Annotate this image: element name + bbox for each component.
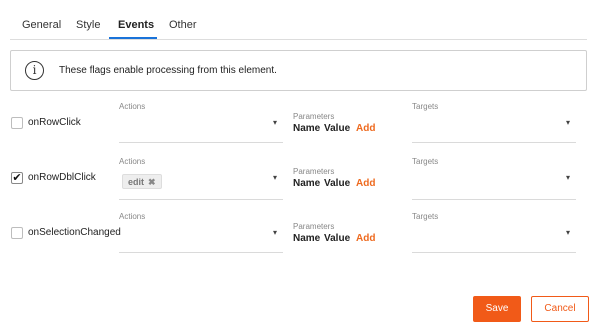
active-tab-indicator (109, 37, 157, 39)
actions-label: Actions (119, 102, 146, 111)
action-chip-label: edit (128, 177, 145, 187)
onrowclick-checkbox[interactable] (11, 117, 23, 129)
chevron-down-icon: ▾ (565, 228, 570, 237)
chevron-down-icon: ▾ (272, 173, 277, 182)
info-text: These flags enable processing from this … (59, 65, 277, 76)
add-parameter-link[interactable]: Add (356, 233, 375, 244)
event-label-onrowdblclick: onRowDblClick (28, 172, 96, 183)
param-value-field[interactable]: Value (324, 123, 350, 134)
tab-style[interactable]: Style (76, 19, 100, 31)
targets-label: Targets (412, 102, 439, 111)
save-button[interactable]: Save (473, 296, 521, 322)
remove-chip-icon[interactable]: ✖ (148, 177, 156, 187)
param-name-field[interactable]: Name (293, 233, 320, 244)
targets-dropdown-onrowclick[interactable]: ▾ (412, 116, 576, 143)
targets-dropdown-onselectionchanged[interactable]: ▾ (412, 226, 576, 253)
tab-other[interactable]: Other (169, 19, 197, 31)
parameters-label: Parameters (293, 222, 335, 231)
param-name-field[interactable]: Name (293, 178, 320, 189)
cancel-button[interactable]: Cancel (531, 296, 589, 322)
tab-bar: General Style Events Other (10, 0, 587, 40)
add-parameter-link[interactable]: Add (356, 123, 375, 134)
chevron-down-icon: ▾ (565, 173, 570, 182)
actions-dropdown-onselectionchanged[interactable]: ▾ (119, 226, 283, 253)
chevron-down-icon: ▾ (272, 228, 277, 237)
add-parameter-link[interactable]: Add (356, 178, 375, 189)
onrowdblclick-checkbox[interactable]: ✔ (11, 172, 23, 184)
chevron-down-icon: ▾ (565, 118, 570, 127)
actions-dropdown-onrowclick[interactable]: ▾ (119, 116, 283, 143)
parameters-label: Parameters (293, 167, 335, 176)
onselectionchanged-checkbox[interactable] (11, 227, 23, 239)
tab-general[interactable]: General (22, 19, 61, 31)
param-value-field[interactable]: Value (324, 233, 350, 244)
event-row-onrowdblclick: ✔ onRowDblClick Actions ▾ edit ✖ Paramete… (0, 155, 601, 207)
param-value-field[interactable]: Value (324, 178, 350, 189)
chevron-down-icon: ▾ (272, 118, 277, 127)
event-row-onrowclick: onRowClick Actions ▾ Parameters Name Val… (0, 100, 601, 152)
parameters-label: Parameters (293, 112, 335, 121)
event-label-onselectionchanged: onSelectionChanged (28, 227, 121, 238)
action-chip-edit: edit ✖ (122, 174, 162, 189)
tab-events[interactable]: Events (118, 19, 154, 31)
targets-label: Targets (412, 157, 439, 166)
info-icon: i (25, 61, 44, 80)
event-row-onselectionchanged: onSelectionChanged Actions ▾ Parameters … (0, 210, 601, 262)
targets-dropdown-onrowdblclick[interactable]: ▾ (412, 171, 576, 200)
info-banner: i These flags enable processing from thi… (10, 50, 587, 91)
checkmark-icon: ✔ (12, 172, 22, 184)
event-label-onrowclick: onRowClick (28, 117, 81, 128)
actions-label: Actions (119, 157, 146, 166)
actions-label: Actions (119, 212, 146, 221)
param-name-field[interactable]: Name (293, 123, 320, 134)
targets-label: Targets (412, 212, 439, 221)
